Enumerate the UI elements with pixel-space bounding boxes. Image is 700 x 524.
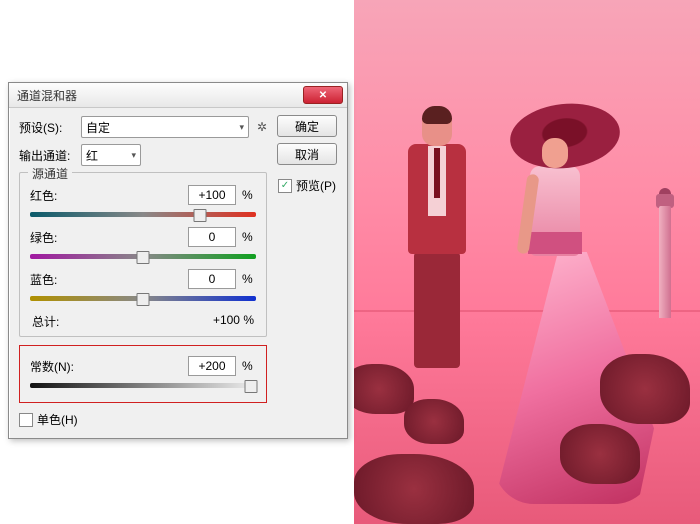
gear-icon[interactable]: ✲ [255,120,269,134]
green-input[interactable]: 0 [188,227,236,247]
chevron-down-icon: ▾ [131,150,136,161]
red-label: 红色: [30,187,182,204]
preset-label: 预设(S): [19,119,75,136]
red-slider[interactable] [30,207,256,221]
close-button[interactable]: ✕ [303,86,343,104]
preset-select[interactable]: 自定 ▾ [81,116,249,138]
pct-label: % [243,313,254,327]
green-slider[interactable] [30,249,256,263]
total-label: 总计: [32,313,59,330]
checkbox-icon: ✓ [278,179,292,193]
blue-input[interactable]: 0 [188,269,236,289]
monochrome-checkbox[interactable]: 单色(H) [19,411,337,428]
constant-group: 常数(N): +200 % [19,345,267,403]
group-legend: 源通道 [28,165,72,182]
preview-label: 预览(P) [296,177,336,194]
cancel-button[interactable]: 取消 [277,143,337,165]
pct-label: % [242,188,256,202]
close-icon: ✕ [319,90,327,101]
chevron-down-icon: ▾ [239,122,244,133]
lighthouse-graphic [652,188,678,318]
constant-slider[interactable] [30,378,256,392]
ok-button[interactable]: 确定 [277,115,337,137]
pct-label: % [242,230,256,244]
preview-image [354,0,700,524]
channel-mixer-dialog: 通道混和器 ✕ 确定 取消 ✓ 预览(P) 预设(S): 自定 ▾ ✲ 输出通道… [8,82,348,439]
pct-label: % [242,359,256,373]
cancel-label: 取消 [295,146,319,163]
ok-label: 确定 [295,118,319,135]
mono-label: 单色(H) [37,411,78,428]
green-label: 绿色: [30,229,182,246]
total-value: +100 [213,313,240,327]
output-label: 输出通道: [19,147,75,164]
blue-label: 蓝色: [30,271,182,288]
output-value: 红 [86,147,98,164]
preview-checkbox[interactable]: ✓ 预览(P) [278,177,336,194]
red-input[interactable]: +100 [188,185,236,205]
preset-value: 自定 [86,119,110,136]
dialog-title: 通道混和器 [17,87,77,104]
constant-label: 常数(N): [30,358,182,375]
blue-slider[interactable] [30,291,256,305]
pct-label: % [242,272,256,286]
titlebar[interactable]: 通道混和器 ✕ [9,83,347,108]
checkbox-icon [19,413,33,427]
source-channels-group: 源通道 红色: +100 % 绿色: 0 % 蓝色: 0 % [19,172,267,337]
constant-input[interactable]: +200 [188,356,236,376]
output-select[interactable]: 红 ▾ [81,144,141,166]
